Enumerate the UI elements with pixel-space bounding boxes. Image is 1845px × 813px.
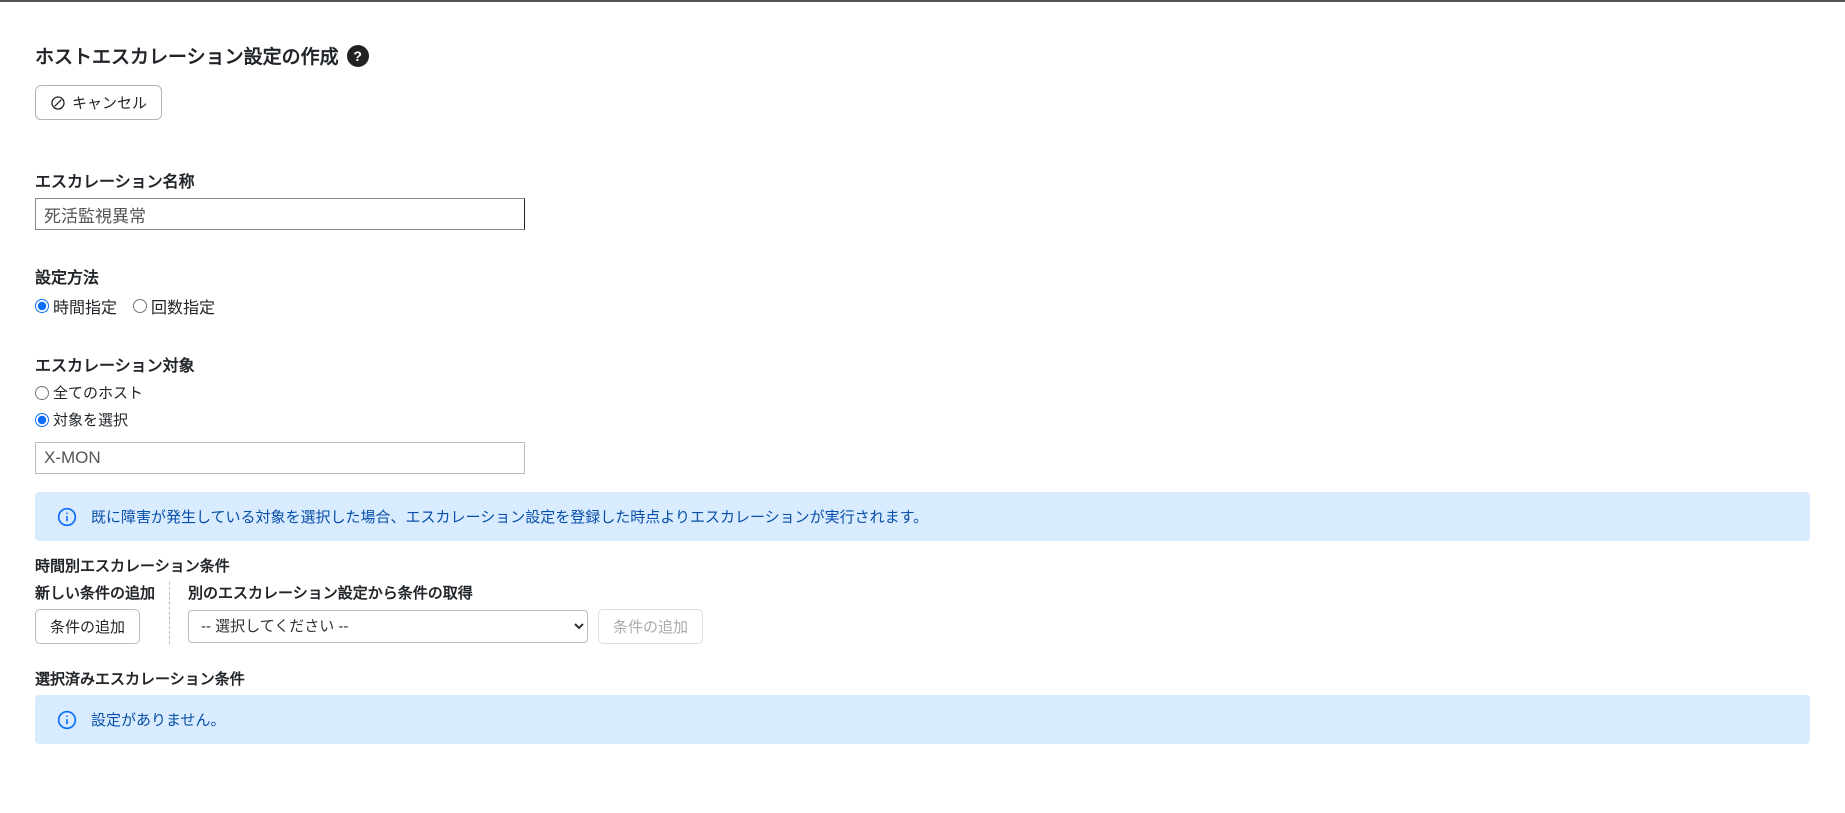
target-select-label[interactable]: 対象を選択 <box>53 409 128 430</box>
import-condition-col-label: 別のエスカレーション設定から条件の取得 <box>188 582 703 603</box>
page-title: ホストエスカレーション設定の作成 <box>35 42 339 69</box>
escalation-name-label: エスカレーション名称 <box>35 168 1810 192</box>
add-condition-col-label: 新しい条件の追加 <box>35 582 155 603</box>
help-icon[interactable]: ? <box>347 45 369 67</box>
add-condition-button-label: 条件の追加 <box>50 616 125 637</box>
method-label: 設定方法 <box>35 264 1810 288</box>
method-count-label[interactable]: 回数指定 <box>151 294 215 318</box>
import-condition-select[interactable]: -- 選択してください -- <box>188 610 588 643</box>
target-value-input[interactable] <box>35 442 525 474</box>
method-time-radio[interactable] <box>35 299 49 313</box>
selected-empty-text: 設定がありません。 <box>91 709 226 730</box>
selected-empty-banner: 設定がありません。 <box>35 695 1810 744</box>
target-all-label[interactable]: 全てのホスト <box>53 382 143 403</box>
cancel-button-label: キャンセル <box>72 92 147 113</box>
target-label: エスカレーション対象 <box>35 352 1810 376</box>
add-condition-button[interactable]: 条件の追加 <box>35 609 140 644</box>
selected-conditions-heading: 選択済みエスカレーション条件 <box>35 668 1810 689</box>
method-count-radio[interactable] <box>133 299 147 313</box>
target-all-radio[interactable] <box>35 386 49 400</box>
cancel-button[interactable]: キャンセル <box>35 85 162 120</box>
escalation-name-input[interactable] <box>35 198 525 230</box>
info-banner: 既に障害が発生している対象を選択した場合、エスカレーション設定を登録した時点より… <box>35 492 1810 541</box>
info-banner-text: 既に障害が発生している対象を選択した場合、エスカレーション設定を登録した時点より… <box>91 506 928 527</box>
target-select-radio[interactable] <box>35 413 49 427</box>
cancel-icon <box>50 95 66 111</box>
info-icon <box>57 710 77 730</box>
conditions-heading: 時間別エスカレーション条件 <box>35 555 1810 576</box>
info-icon <box>57 507 77 527</box>
method-time-label[interactable]: 時間指定 <box>53 294 117 318</box>
import-condition-button-label: 条件の追加 <box>613 616 688 637</box>
import-condition-button: 条件の追加 <box>598 609 703 644</box>
